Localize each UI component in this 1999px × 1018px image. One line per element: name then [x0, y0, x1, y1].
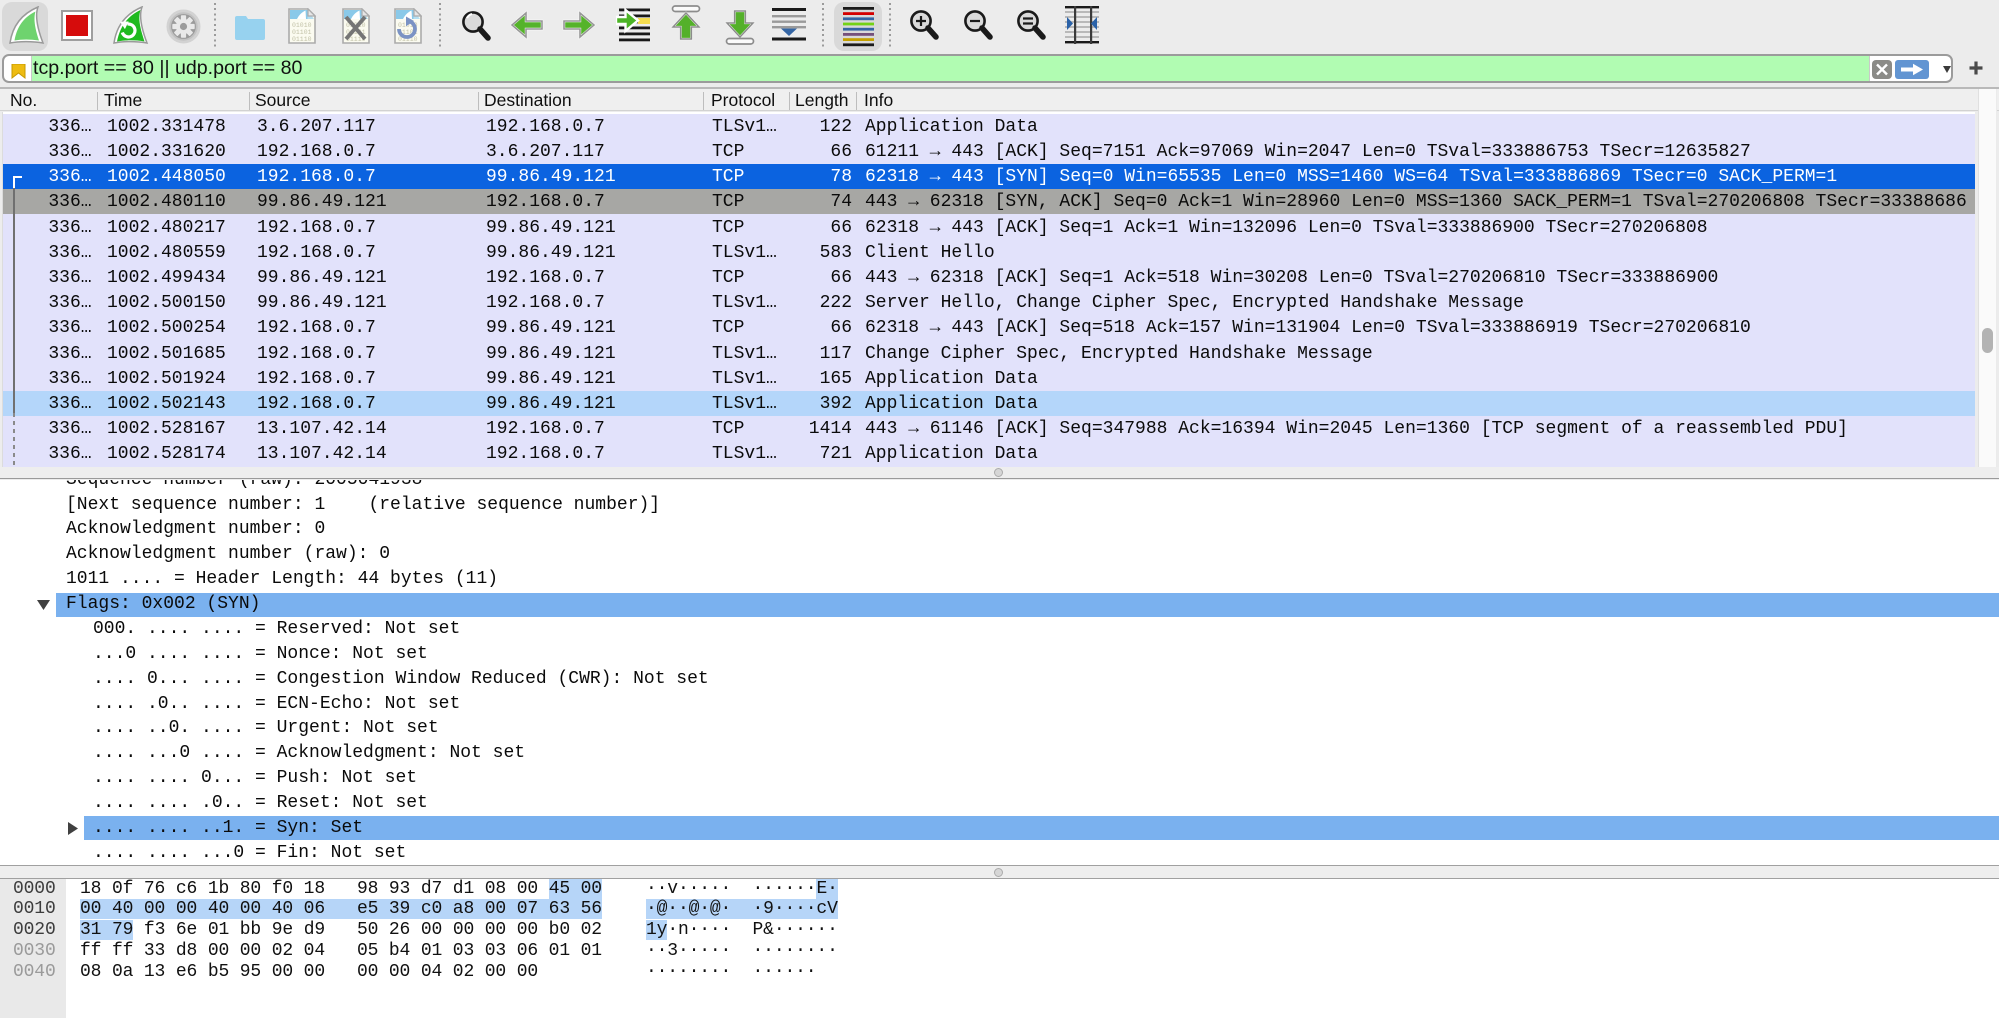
svg-text:01110: 01110 — [292, 36, 312, 43]
svg-text:01010: 01010 — [292, 22, 312, 29]
svg-text:01101: 01101 — [292, 29, 312, 36]
